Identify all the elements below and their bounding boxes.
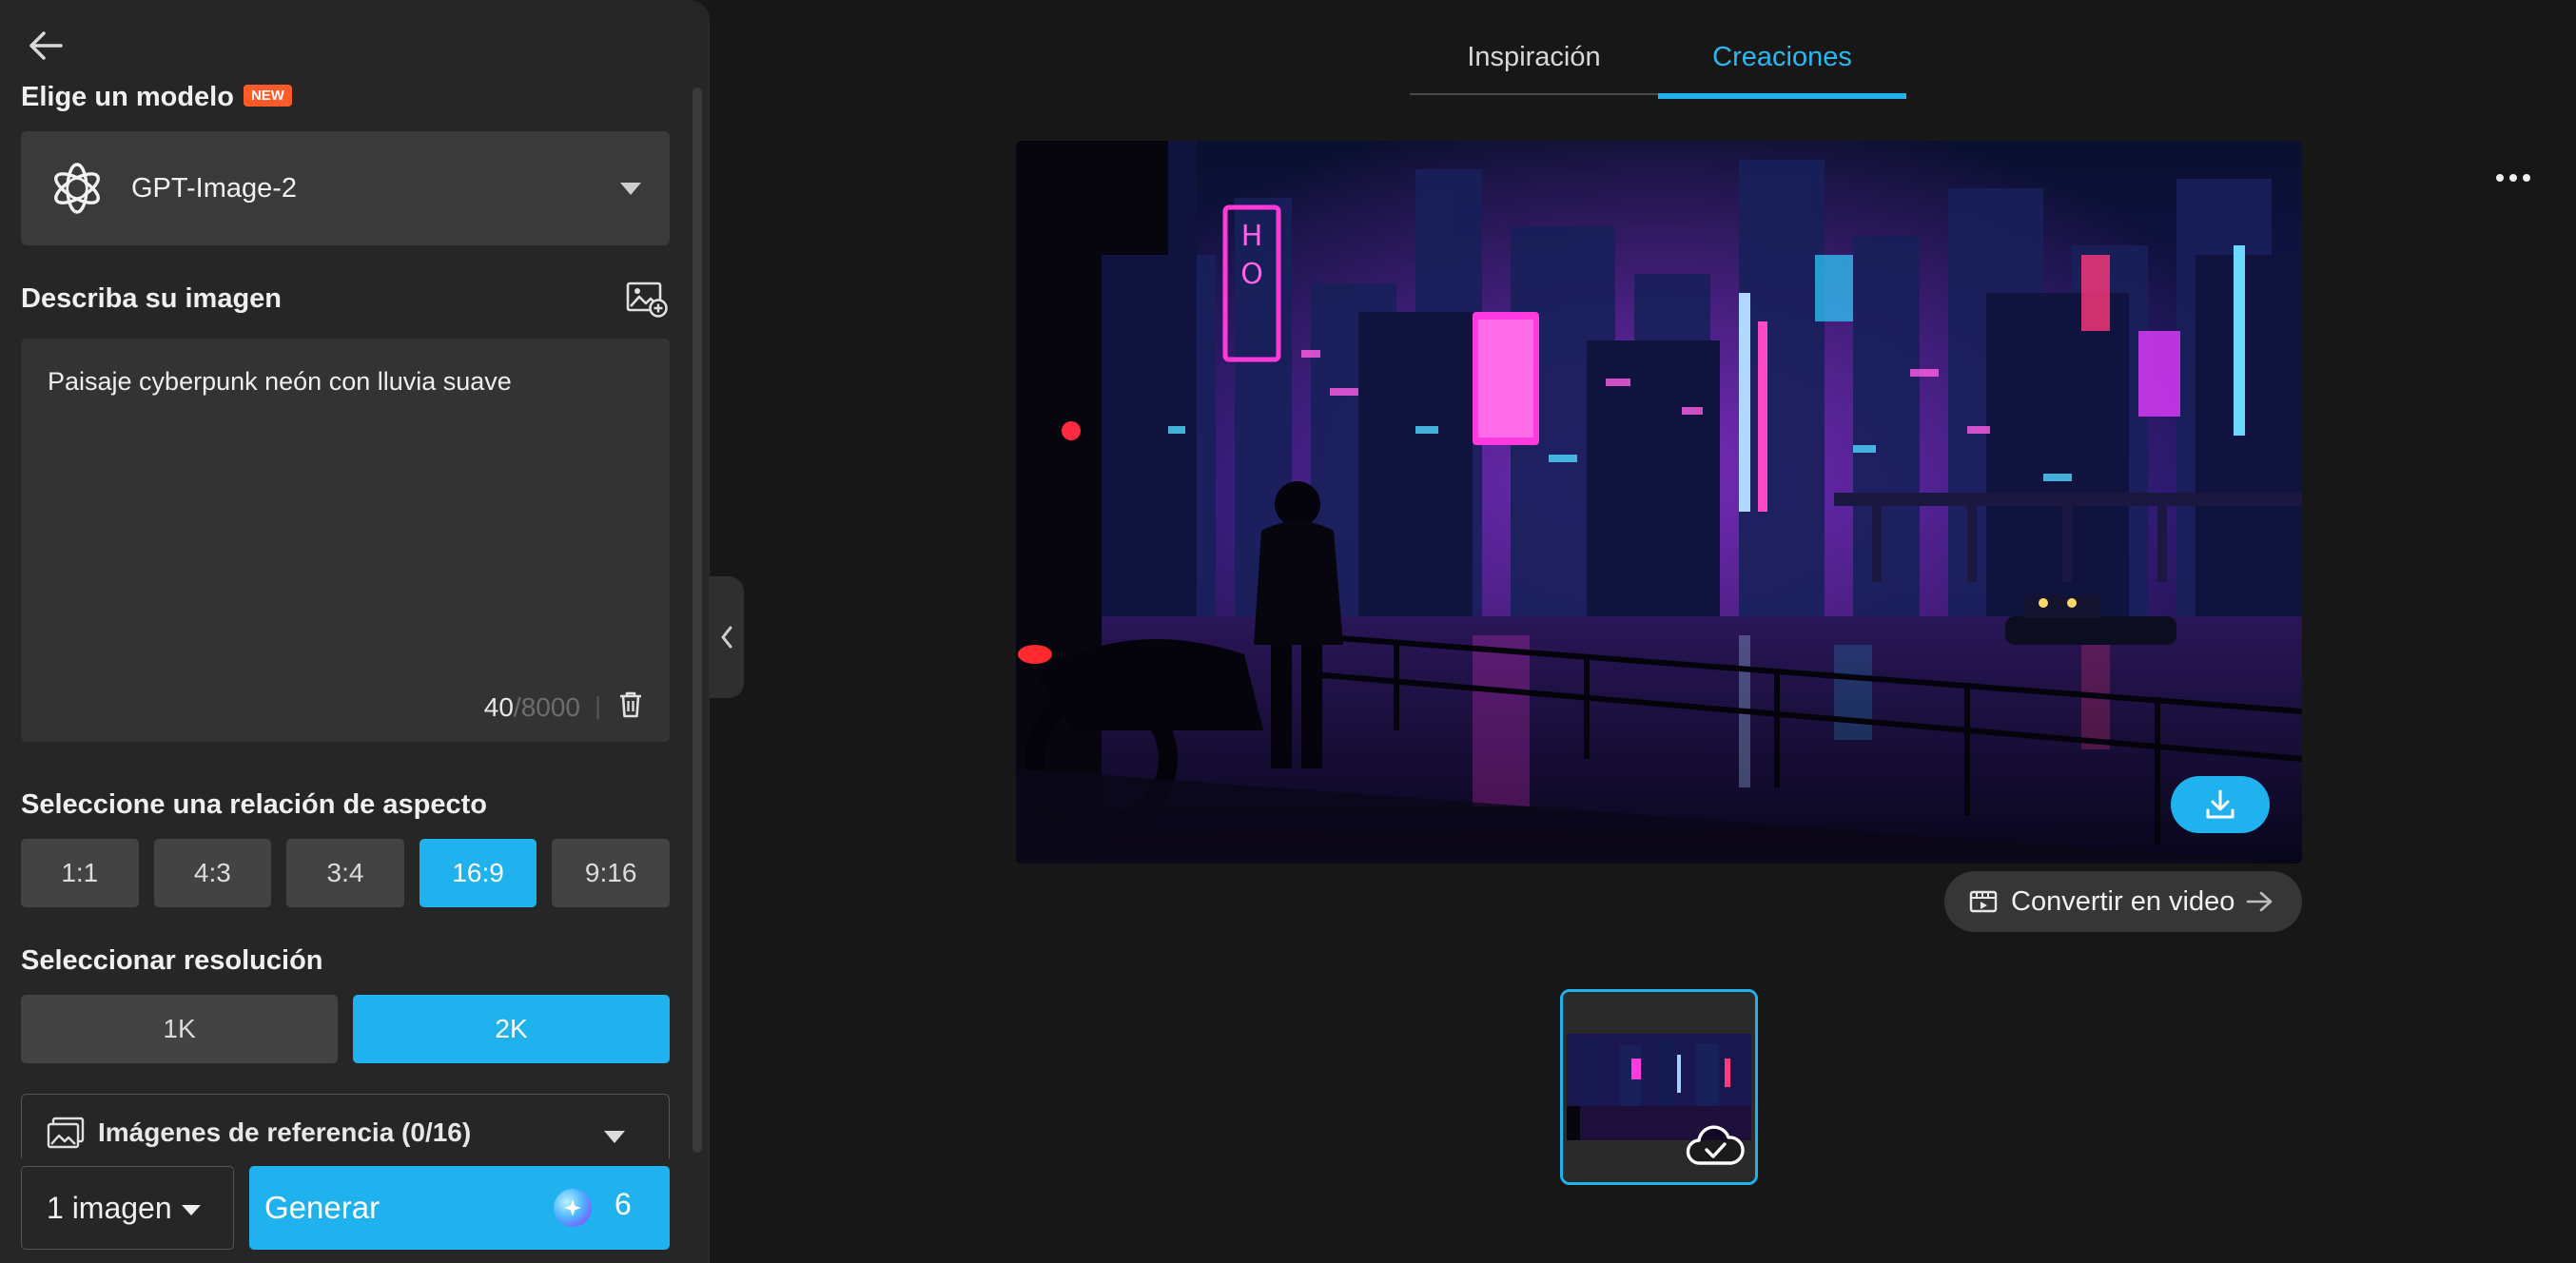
download-button[interactable] [2171, 776, 2270, 833]
chevron-down-icon [604, 1131, 625, 1143]
more-dot [2523, 174, 2530, 182]
image-count-select[interactable]: 1 imagen [21, 1166, 234, 1250]
openai-logo-icon [54, 163, 100, 214]
more-dot [2509, 174, 2517, 182]
creation-thumbnail[interactable] [1560, 989, 1758, 1185]
model-section-title: Elige un modelo NEW [21, 82, 292, 113]
generate-button[interactable]: Generar 6 [249, 1166, 670, 1250]
svg-text:H: H [1241, 220, 1263, 253]
resolution-1k[interactable]: 1K [21, 995, 338, 1063]
image-upload-button[interactable] [626, 280, 668, 318]
char-count-max: /8000 [513, 692, 580, 722]
aspect-ratio-16-9[interactable]: 16:9 [419, 839, 537, 907]
model-section-label: Elige un modelo [21, 82, 234, 112]
sidebar-scrollbar[interactable] [693, 87, 702, 1153]
convert-to-video-label: Convertir en video [2011, 885, 2235, 917]
more-options-button[interactable] [2494, 164, 2532, 192]
back-button[interactable] [25, 25, 67, 67]
tab-creaciones[interactable]: Creaciones [1658, 19, 1906, 99]
resolution-options: 1K 2K [21, 995, 670, 1063]
credit-icon [554, 1189, 592, 1227]
collapse-sidebar-button[interactable] [710, 576, 744, 698]
prompt-text: Paisaje cyberpunk neón con lluvia suave [48, 367, 512, 396]
aspect-ratio-3-4[interactable]: 3:4 [286, 839, 404, 907]
main-tabs: Inspiración Creaciones [1410, 19, 1906, 99]
caret-down-icon [182, 1205, 201, 1215]
cyberpunk-city-image: H O [1016, 141, 2302, 864]
arrow-right-icon [2247, 891, 2273, 912]
generated-image[interactable]: H O [1016, 141, 2302, 864]
prompt-textarea[interactable]: Paisaje cyberpunk neón con lluvia suave … [21, 339, 670, 742]
describe-label: Describa su imagen [21, 283, 282, 314]
tab-inspiracion[interactable]: Inspiración [1410, 19, 1658, 95]
char-counter: 40/8000 [484, 692, 580, 723]
convert-to-video-button[interactable]: Convertir en video [1944, 871, 2302, 932]
model-name: GPT-Image-2 [131, 172, 298, 204]
sidebar: Elige un modelo NEW GPT-Image-2 Describa … [0, 0, 710, 1263]
clear-prompt-button[interactable] [618, 690, 643, 719]
aspect-ratio-label: Seleccione una relación de aspecto [21, 789, 487, 820]
download-icon [2206, 789, 2234, 819]
svg-text:O: O [1240, 258, 1263, 291]
generate-label: Generar [264, 1190, 381, 1225]
credit-count: 6 [615, 1187, 632, 1221]
aspect-ratio-options: 1:1 4:3 3:4 16:9 9:16 [21, 839, 670, 907]
arrow-left-icon [29, 31, 63, 60]
aspect-ratio-9-16[interactable]: 9:16 [552, 839, 670, 907]
video-convert-icon [1969, 890, 1998, 913]
counter-separator: | [595, 691, 601, 720]
image-add-icon [626, 282, 668, 318]
aspect-ratio-4-3[interactable]: 4:3 [153, 839, 272, 907]
chevron-left-icon [721, 626, 732, 649]
aspect-ratio-1-1[interactable]: 1:1 [21, 839, 139, 907]
new-badge: NEW [243, 84, 292, 107]
cloud-check-icon [1686, 1125, 1745, 1165]
image-count-label: 1 imagen [47, 1190, 172, 1225]
chevron-down-icon [620, 183, 641, 195]
more-dot [2496, 174, 2504, 182]
char-count-current: 40 [483, 692, 514, 722]
images-icon [47, 1117, 85, 1148]
model-select[interactable]: GPT-Image-2 [21, 131, 670, 245]
trash-icon [620, 691, 641, 718]
reference-images-label: Imágenes de referencia (0/16) [98, 1117, 472, 1147]
resolution-2k[interactable]: 2K [353, 995, 670, 1063]
resolution-label: Seleccionar resolución [21, 945, 323, 976]
